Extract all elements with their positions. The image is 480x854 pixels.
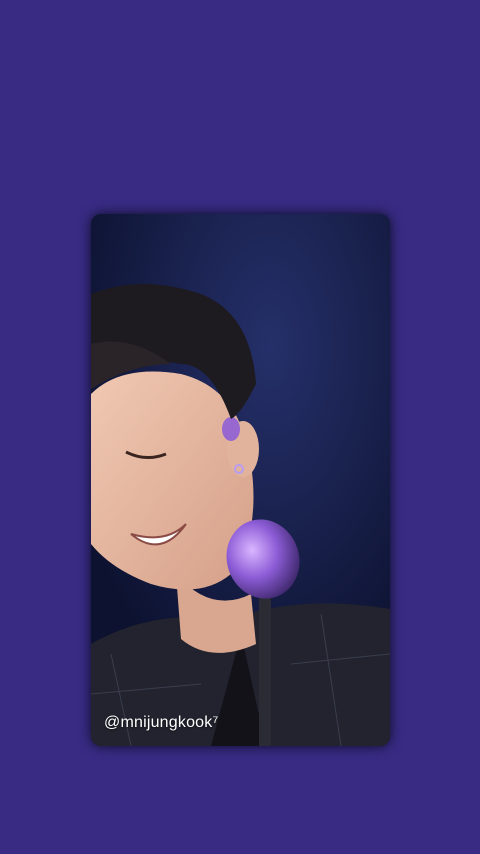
photo-card: @mnijungkook⁷ xyxy=(91,214,390,746)
watermark: @mnijungkook⁷ xyxy=(104,714,219,731)
mic-stand xyxy=(259,574,271,746)
portrait-photo xyxy=(91,214,390,746)
earpiece xyxy=(222,417,240,441)
